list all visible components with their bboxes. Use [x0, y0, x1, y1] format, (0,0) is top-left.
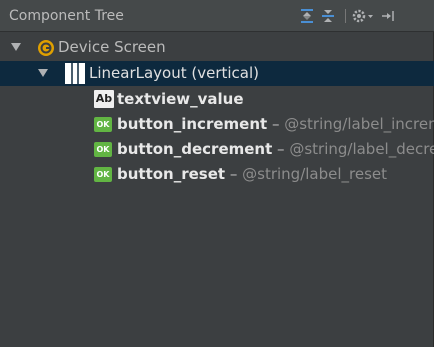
toolbar-separator	[345, 9, 346, 23]
separator-dash: –	[267, 115, 285, 133]
tree-label-device-screen: Device Screen	[58, 38, 166, 56]
tree-row-button-increment[interactable]: OK button_increment – @string/label_incr…	[0, 112, 434, 137]
linear-layout-icon	[65, 63, 85, 84]
tree-label-linear-layout: LinearLayout (vertical)	[89, 64, 260, 82]
panel-title: Component Tree	[9, 8, 124, 24]
tree-row-textview-value[interactable]: Ab textview_value	[0, 87, 434, 112]
gear-icon[interactable]	[350, 6, 376, 26]
component-id: button_reset	[117, 165, 226, 183]
component-id: button_increment	[117, 115, 268, 133]
separator-dash: –	[272, 140, 290, 158]
expand-arrow-icon[interactable]	[10, 41, 22, 53]
textview-icon: Ab	[94, 90, 114, 108]
tree-row-device-screen[interactable]: Device Screen	[0, 35, 434, 60]
string-resource-ref: @string/label_reset	[242, 165, 388, 183]
string-resource-ref: @string/label_increment	[284, 115, 434, 133]
device-screen-icon	[38, 40, 54, 56]
tree-row-button-decrement[interactable]: OK button_decrement – @string/label_decr…	[0, 137, 434, 162]
button-icon: OK	[94, 142, 112, 157]
separator-dash: –	[225, 165, 243, 183]
tree-row-button-reset[interactable]: OK button_reset – @string/label_reset	[0, 162, 434, 187]
tree-row-linear-layout[interactable]: LinearLayout (vertical)	[0, 61, 434, 86]
component-id: textview_value	[117, 90, 244, 108]
expand-arrow-icon[interactable]	[37, 67, 49, 79]
button-icon: OK	[94, 117, 112, 132]
hide-panel-icon[interactable]	[378, 6, 398, 26]
component-tree-panel: Component Tree Device Screen LinearLayou…	[0, 0, 434, 347]
component-id: button_decrement	[117, 140, 273, 158]
collapse-all-icon[interactable]	[318, 6, 338, 26]
string-resource-ref: @string/label_decrement	[289, 140, 434, 158]
button-icon: OK	[94, 167, 112, 182]
expand-all-icon[interactable]	[297, 6, 317, 26]
panel-header: Component Tree	[0, 0, 434, 32]
